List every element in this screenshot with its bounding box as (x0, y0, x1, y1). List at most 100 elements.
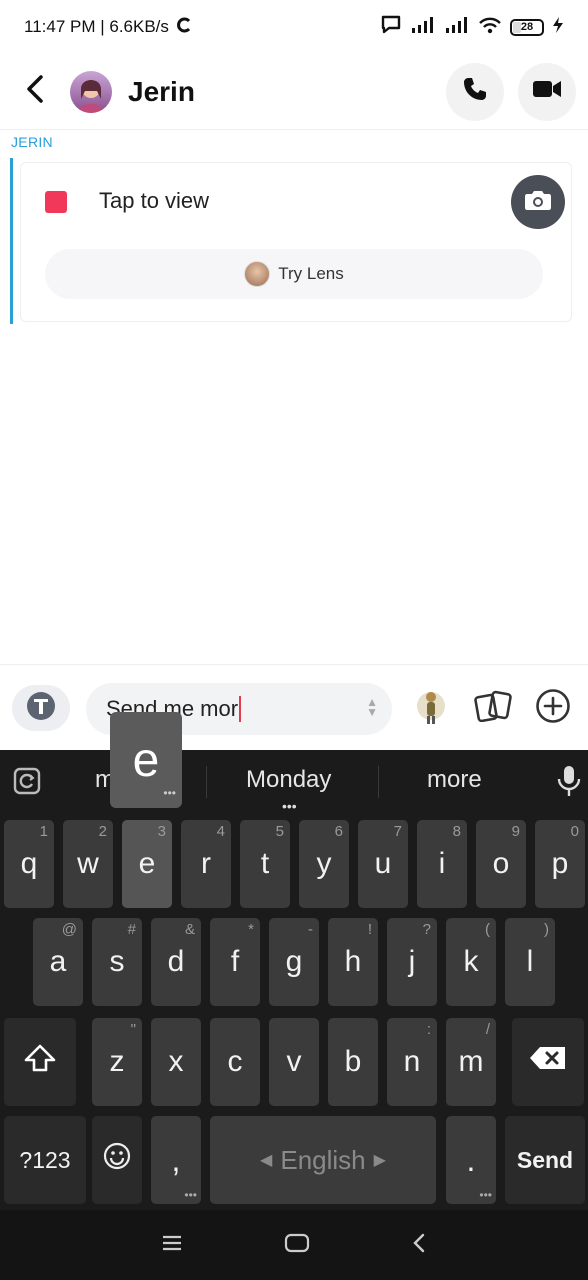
try-lens-button[interactable]: Try Lens (45, 249, 543, 299)
key-hint: 5 (275, 823, 284, 840)
video-call-button[interactable] (518, 62, 576, 121)
text-caret (239, 696, 242, 722)
key-i[interactable]: i8 (417, 820, 467, 908)
system-nav-bar (0, 1210, 588, 1280)
key-d[interactable]: d & (151, 918, 201, 1006)
key-label: m (458, 1045, 484, 1078)
cards-icon (474, 690, 512, 727)
key-x[interactable]: x (151, 1018, 201, 1106)
key-label: r (201, 847, 211, 880)
nav-menu-icon[interactable] (161, 1235, 183, 1256)
key-g[interactable]: g- (269, 918, 319, 1006)
key-label: e (138, 847, 156, 880)
key-label: g (285, 945, 303, 978)
key-o[interactable]: o9 (476, 820, 526, 908)
key-h[interactable]: h! (328, 918, 378, 1006)
sync-icon (175, 16, 193, 39)
key-c[interactable]: c (210, 1018, 260, 1106)
snap-message-card[interactable]: Tap to view Try Lens (20, 162, 572, 322)
key-v[interactable]: v (269, 1018, 319, 1106)
key-b[interactable]: b (328, 1018, 378, 1106)
key-label: j (408, 945, 416, 978)
try-lens-label: Try Lens (278, 264, 344, 283)
key-label: l (526, 945, 534, 978)
emoji-key[interactable] (92, 1116, 142, 1204)
composer-row: Send me mor ▲ ▼ (0, 664, 588, 750)
suggestion-bar: m Monday ••• more (0, 750, 588, 814)
key-u[interactable]: u7 (358, 820, 408, 908)
key-k[interactable]: k( (446, 918, 496, 1006)
bitmoji-button[interactable] (410, 687, 452, 729)
key-hint: ( (485, 921, 490, 938)
language-label: English (280, 1144, 366, 1175)
key-label: z (109, 1045, 125, 1078)
key-s[interactable]: s # (92, 918, 142, 1006)
back-button[interactable] (0, 54, 70, 130)
reply-camera-button[interactable] (511, 175, 565, 229)
plus-icon (535, 688, 571, 729)
popup-char: e (132, 733, 160, 787)
period-key[interactable]: . ••• (446, 1116, 496, 1204)
text-format-button[interactable] (12, 685, 70, 731)
key-a[interactable]: a @ (33, 918, 83, 1006)
expand-arrows-icon[interactable]: ▲ ▼ (366, 696, 378, 718)
plus-button[interactable] (532, 687, 574, 729)
chat-header: Jerin (0, 54, 588, 130)
period-more-dots: ••• (479, 1188, 492, 1202)
nav-home-icon[interactable] (284, 1233, 310, 1258)
key-l[interactable]: l) (505, 918, 555, 1006)
comma-key[interactable]: , ••• (151, 1116, 201, 1204)
key-m[interactable]: m / (446, 1018, 496, 1106)
key-p[interactable]: p0 (535, 820, 585, 908)
call-button[interactable] (446, 62, 504, 121)
key-hint: ! (367, 921, 372, 938)
contact-avatar[interactable] (70, 70, 112, 113)
key-label: o (492, 847, 510, 880)
key-f[interactable]: f * (210, 918, 260, 1006)
key-hint: * (248, 921, 254, 938)
suggestion-2[interactable]: Monday (246, 766, 331, 794)
key-hint: 4 (216, 823, 225, 840)
wifi-icon (478, 16, 502, 39)
suggestion-3[interactable]: more (427, 766, 482, 794)
key-n[interactable]: n: (387, 1018, 437, 1106)
send-key[interactable]: Send (505, 1116, 585, 1204)
key-r[interactable]: r4 (181, 820, 231, 908)
cards-button[interactable] (472, 687, 514, 729)
tap-to-view-text[interactable]: Tap to view (99, 188, 209, 214)
camera-icon (524, 188, 552, 217)
key-label: p (551, 847, 569, 880)
shift-key[interactable] (4, 1018, 76, 1106)
clipboard-sync-icon[interactable] (12, 766, 42, 801)
status-time: 11:47 PM | 6.6KB/s (24, 17, 169, 36)
key-hint: @ (61, 921, 77, 938)
signal-icon-2 (444, 16, 470, 39)
symbols-key[interactable]: ?123 (4, 1116, 86, 1204)
text-format-icon (25, 690, 57, 727)
nav-back-icon[interactable] (411, 1232, 427, 1259)
key-hint: # (127, 921, 136, 938)
status-bar: 11:47 PM | 6.6KB/s 28 (0, 0, 588, 54)
chat-bubble-icon (380, 15, 402, 40)
key-j[interactable]: j? (387, 918, 437, 1006)
battery-level: 28 (520, 21, 534, 33)
key-label: c (227, 1045, 243, 1078)
key-y[interactable]: y6 (299, 820, 349, 908)
key-w[interactable]: w2 (63, 820, 113, 908)
key-z[interactable]: z " (92, 1018, 142, 1106)
key-hint: 2 (98, 823, 107, 840)
popup-more-dots: ••• (163, 786, 176, 800)
contact-name[interactable]: Jerin (128, 76, 195, 108)
mic-icon[interactable] (556, 764, 582, 803)
back-icon (25, 74, 45, 109)
key-q[interactable]: q1 (4, 820, 54, 908)
snap-indicator-icon (45, 191, 67, 213)
key-hint: 9 (511, 823, 520, 840)
bitmoji-icon (416, 686, 446, 731)
language-right-icon: ▶ (373, 1152, 386, 1169)
key-t[interactable]: t5 (240, 820, 290, 908)
key-hint: 0 (570, 823, 579, 840)
key-e[interactable]: e3 (122, 820, 172, 908)
spacebar-key[interactable]: ◀ English ▶ (210, 1116, 436, 1204)
backspace-key[interactable] (512, 1018, 584, 1106)
